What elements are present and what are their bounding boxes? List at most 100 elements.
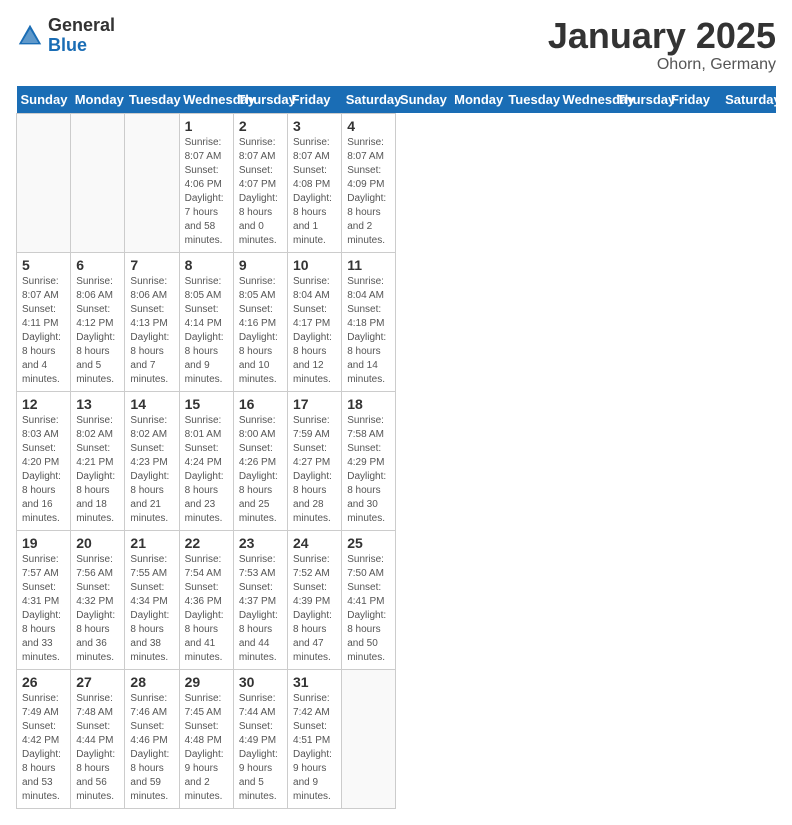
weekday-header-thursday: Thursday (613, 86, 667, 114)
logo: General Blue (16, 16, 115, 56)
page-header: General Blue January 2025 Ohorn, Germany (16, 16, 776, 74)
day-number: 4 (347, 118, 390, 134)
logo-icon (16, 22, 44, 50)
day-info: Sunrise: 8:07 AM Sunset: 4:06 PM Dayligh… (185, 136, 228, 248)
calendar-day-cell: 16 Sunrise: 8:00 AM Sunset: 4:26 PM Dayli… (233, 391, 287, 530)
weekday-header-wednesday: Wednesday (559, 86, 613, 114)
calendar-day-cell: 7Sunrise: 8:06 AM Sunset: 4:13 PM Daylig… (125, 252, 179, 391)
weekday-header-sunday: Sunday (17, 86, 71, 114)
day-info: Sunrise: 7:49 AM Sunset: 4:42 PM Dayligh… (22, 692, 65, 804)
calendar-day-cell: 13 Sunrise: 8:02 AM Sunset: 4:21 PM Dayli… (71, 391, 125, 530)
day-info: Sunrise: 7:45 AM Sunset: 4:48 PM Dayligh… (185, 692, 228, 804)
logo-blue-label: Blue (48, 36, 115, 56)
day-number: 29 (185, 674, 228, 690)
day-number: 1 (185, 118, 228, 134)
day-number: 30 (239, 674, 282, 690)
logo-general-label: General (48, 16, 115, 36)
day-number: 3 (293, 118, 336, 134)
day-info: Sunrise: 7:52 AM Sunset: 4:39 PM Dayligh… (293, 553, 336, 665)
day-number: 6 (76, 257, 119, 273)
weekday-header-tuesday: Tuesday (504, 86, 558, 114)
day-info: Sunrise: 8:06 AM Sunset: 4:13 PM Dayligh… (130, 275, 173, 387)
day-info: Sunrise: 8:03 AM Sunset: 4:20 PM Dayligh… (22, 414, 65, 526)
day-info: Sunrise: 7:42 AM Sunset: 4:51 PM Dayligh… (293, 692, 336, 804)
day-info: Sunrise: 8:00 AM Sunset: 4:26 PM Dayligh… (239, 414, 282, 526)
calendar-subtitle: Ohorn, Germany (548, 56, 776, 74)
calendar-day-cell: 27 Sunrise: 7:48 AM Sunset: 4:44 PM Dayli… (71, 669, 125, 808)
calendar-week-row: 5Sunrise: 8:07 AM Sunset: 4:11 PM Daylig… (17, 252, 776, 391)
day-info: Sunrise: 8:07 AM Sunset: 4:08 PM Dayligh… (293, 136, 336, 248)
day-info: Sunrise: 7:57 AM Sunset: 4:31 PM Dayligh… (22, 553, 65, 665)
calendar-day-cell: 19 Sunrise: 7:57 AM Sunset: 4:31 PM Dayli… (17, 530, 71, 669)
calendar-day-cell: 28 Sunrise: 7:46 AM Sunset: 4:46 PM Dayli… (125, 669, 179, 808)
day-number: 13 (76, 396, 119, 412)
calendar-day-cell: 31Sunrise: 7:42 AM Sunset: 4:51 PM Dayli… (288, 669, 342, 808)
day-info: Sunrise: 7:48 AM Sunset: 4:44 PM Dayligh… (76, 692, 119, 804)
weekday-header-saturday: Saturday (342, 86, 396, 114)
day-info: Sunrise: 7:59 AM Sunset: 4:27 PM Dayligh… (293, 414, 336, 526)
calendar-day-cell: 6Sunrise: 8:06 AM Sunset: 4:12 PM Daylig… (71, 252, 125, 391)
weekday-header-saturday: Saturday (721, 86, 775, 114)
calendar-day-cell: 20Sunrise: 7:56 AM Sunset: 4:32 PM Dayli… (71, 530, 125, 669)
calendar-day-cell (17, 113, 71, 252)
calendar-day-cell (342, 669, 396, 808)
calendar-week-row: 1 Sunrise: 8:07 AM Sunset: 4:06 PM Daylig… (17, 113, 776, 252)
calendar-day-cell: 15Sunrise: 8:01 AM Sunset: 4:24 PM Dayli… (179, 391, 233, 530)
calendar-day-cell: 23Sunrise: 7:53 AM Sunset: 4:37 PM Dayli… (233, 530, 287, 669)
calendar-week-row: 19 Sunrise: 7:57 AM Sunset: 4:31 PM Dayli… (17, 530, 776, 669)
day-number: 11 (347, 257, 390, 273)
day-info: Sunrise: 7:44 AM Sunset: 4:49 PM Dayligh… (239, 692, 282, 804)
calendar-table: SundayMondayTuesdayWednesdayThursdayFrid… (16, 86, 776, 809)
calendar-day-cell (71, 113, 125, 252)
day-info: Sunrise: 7:54 AM Sunset: 4:36 PM Dayligh… (185, 553, 228, 665)
weekday-header-sunday: Sunday (396, 86, 450, 114)
weekday-header-row: SundayMondayTuesdayWednesdayThursdayFrid… (17, 86, 776, 114)
day-number: 17 (293, 396, 336, 412)
calendar-day-cell: 18 Sunrise: 7:58 AM Sunset: 4:29 PM Dayli… (342, 391, 396, 530)
day-info: Sunrise: 7:58 AM Sunset: 4:29 PM Dayligh… (347, 414, 390, 526)
day-info: Sunrise: 7:46 AM Sunset: 4:46 PM Dayligh… (130, 692, 173, 804)
title-section: January 2025 Ohorn, Germany (548, 16, 776, 74)
calendar-day-cell: 30 Sunrise: 7:44 AM Sunset: 4:49 PM Dayli… (233, 669, 287, 808)
weekday-header-monday: Monday (450, 86, 504, 114)
day-number: 2 (239, 118, 282, 134)
day-number: 25 (347, 535, 390, 551)
calendar-day-cell: 25Sunrise: 7:50 AM Sunset: 4:41 PM Dayli… (342, 530, 396, 669)
day-info: Sunrise: 8:05 AM Sunset: 4:14 PM Dayligh… (185, 275, 228, 387)
day-number: 16 (239, 396, 282, 412)
day-info: Sunrise: 8:02 AM Sunset: 4:21 PM Dayligh… (76, 414, 119, 526)
calendar-day-cell: 5Sunrise: 8:07 AM Sunset: 4:11 PM Daylig… (17, 252, 71, 391)
calendar-week-row: 26Sunrise: 7:49 AM Sunset: 4:42 PM Dayli… (17, 669, 776, 808)
calendar-day-cell: 3 Sunrise: 8:07 AM Sunset: 4:08 PM Daylig… (288, 113, 342, 252)
day-number: 10 (293, 257, 336, 273)
calendar-day-cell: 17 Sunrise: 7:59 AM Sunset: 4:27 PM Dayli… (288, 391, 342, 530)
day-number: 27 (76, 674, 119, 690)
day-number: 22 (185, 535, 228, 551)
calendar-title: January 2025 (548, 16, 776, 56)
day-info: Sunrise: 8:04 AM Sunset: 4:17 PM Dayligh… (293, 275, 336, 387)
day-number: 5 (22, 257, 65, 273)
calendar-day-cell (125, 113, 179, 252)
calendar-day-cell: 26Sunrise: 7:49 AM Sunset: 4:42 PM Dayli… (17, 669, 71, 808)
calendar-day-cell: 24Sunrise: 7:52 AM Sunset: 4:39 PM Dayli… (288, 530, 342, 669)
day-number: 18 (347, 396, 390, 412)
day-info: Sunrise: 8:05 AM Sunset: 4:16 PM Dayligh… (239, 275, 282, 387)
day-number: 12 (22, 396, 65, 412)
day-number: 28 (130, 674, 173, 690)
day-number: 21 (130, 535, 173, 551)
calendar-day-cell: 4Sunrise: 8:07 AM Sunset: 4:09 PM Daylig… (342, 113, 396, 252)
calendar-day-cell: 11Sunrise: 8:04 AM Sunset: 4:18 PM Dayli… (342, 252, 396, 391)
calendar-week-row: 12 Sunrise: 8:03 AM Sunset: 4:20 PM Dayli… (17, 391, 776, 530)
day-info: Sunrise: 7:55 AM Sunset: 4:34 PM Dayligh… (130, 553, 173, 665)
logo-text: General Blue (48, 16, 115, 56)
day-number: 9 (239, 257, 282, 273)
calendar-day-cell: 29 Sunrise: 7:45 AM Sunset: 4:48 PM Dayli… (179, 669, 233, 808)
calendar-day-cell: 2Sunrise: 8:07 AM Sunset: 4:07 PM Daylig… (233, 113, 287, 252)
calendar-day-cell: 22 Sunrise: 7:54 AM Sunset: 4:36 PM Dayli… (179, 530, 233, 669)
day-number: 14 (130, 396, 173, 412)
day-info: Sunrise: 8:01 AM Sunset: 4:24 PM Dayligh… (185, 414, 228, 526)
calendar-day-cell: 1 Sunrise: 8:07 AM Sunset: 4:06 PM Daylig… (179, 113, 233, 252)
calendar-day-cell: 14Sunrise: 8:02 AM Sunset: 4:23 PM Dayli… (125, 391, 179, 530)
day-number: 19 (22, 535, 65, 551)
weekday-header-friday: Friday (288, 86, 342, 114)
